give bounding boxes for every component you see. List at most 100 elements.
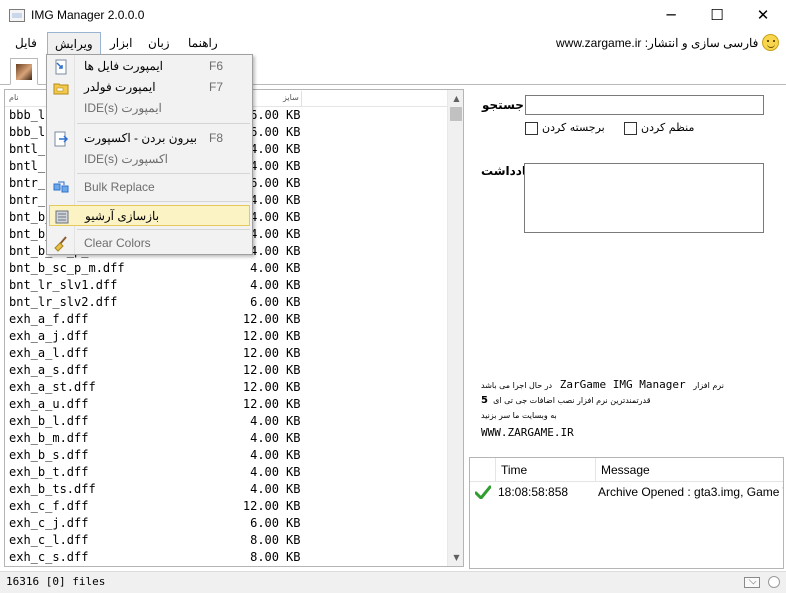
table-row[interactable]: exh_a_l.dff 12.00 KB — [5, 345, 447, 362]
note-textarea[interactable] — [524, 163, 764, 233]
log-row[interactable]: 18:08:58:858 Archive Opened : gta3.img, … — [470, 482, 783, 502]
highlight-checkbox[interactable] — [525, 122, 538, 135]
table-row[interactable]: exh_b_t.dff 4.00 KB — [5, 464, 447, 481]
file-size: 12.00 — [242, 499, 279, 513]
import-files-icon — [55, 59, 67, 75]
app-icon — [9, 9, 25, 22]
import-folder-icon — [53, 83, 69, 95]
archive-tab[interactable] — [10, 58, 38, 85]
file-name: exh_a_j.dff — [9, 329, 89, 343]
file-name: exh_c_j.dff — [9, 516, 89, 530]
file-size-unit: KB — [286, 397, 301, 411]
table-row[interactable]: exh_c_s.dff 8.00 KB — [5, 549, 447, 566]
close-button[interactable]: ✕ — [740, 0, 786, 31]
scroll-down-arrow-icon[interactable]: ▼ — [448, 549, 463, 566]
file-size: 4.00 — [250, 261, 279, 275]
table-row[interactable]: bnt_b_sc_p_m.dff 4.00 KB — [5, 260, 447, 277]
table-row[interactable]: exh_b_s.dff 4.00 KB — [5, 447, 447, 464]
file-size-unit: KB — [286, 193, 301, 207]
publisher-link[interactable]: www.zargame.ir :فارسی سازی و انتشار — [556, 36, 758, 50]
log-time: 18:08:58:858 — [498, 485, 569, 499]
mail-icon[interactable] — [744, 577, 760, 588]
info-line-tagline: 5 قدرتمندترین نرم افزار نصب اضافات جی تی… — [481, 395, 651, 406]
file-name: exh_b_ts.dff — [9, 482, 96, 496]
table-row[interactable]: exh_c_l.dff 8.00 KB — [5, 532, 447, 549]
menu-item-shortcut: F6 — [209, 59, 224, 73]
scroll-up-arrow-icon[interactable]: ▲ — [448, 90, 463, 107]
file-name: exh_c_s.dff — [9, 550, 89, 564]
menu-item-label: ایمپورت فولدر — [84, 80, 156, 94]
file-name: exh_b_l.dff — [9, 414, 89, 428]
column-separator[interactable] — [301, 91, 302, 106]
log-message-header[interactable]: Message — [601, 463, 650, 477]
file-size-unit: KB — [286, 482, 301, 496]
file-size: 12.00 — [242, 329, 279, 343]
edit-menu-dropdown: ایمپورت فایل ها F6 ایمپورت فولدر F7 IDE(… — [46, 54, 253, 255]
menu-edit[interactable]: ویرایش — [47, 32, 101, 55]
file-name: exh_a_f.dff — [9, 312, 89, 326]
info-website[interactable]: WWW.ZARGAME.IR — [481, 426, 574, 439]
file-list-scrollbar[interactable]: ▲ ▼ — [447, 90, 463, 566]
arrange-checkbox[interactable] — [624, 122, 637, 135]
table-row[interactable]: bnt_lr_slv1.dff 4.00 KB — [5, 277, 447, 294]
table-row[interactable]: exh_c_f.dff 12.00 KB — [5, 498, 447, 515]
table-row[interactable]: bnt_lr_slv2.dff 6.00 KB — [5, 294, 447, 311]
file-size: 4.00 — [250, 431, 279, 445]
menu-separator — [77, 201, 250, 202]
table-row[interactable]: exh_b_l.dff 4.00 KB — [5, 413, 447, 430]
file-size-unit: KB — [286, 244, 301, 258]
file-size-unit: KB — [286, 516, 301, 530]
file-size-unit: KB — [286, 448, 301, 462]
menu-import-folder[interactable]: ایمپورت فولدر F7 — [49, 77, 250, 98]
log-panel[interactable]: Time Message 18:08:58:858 Archive Opened… — [469, 457, 784, 569]
table-row[interactable]: exh_b_m.dff 4.00 KB — [5, 430, 447, 447]
search-input[interactable] — [525, 95, 764, 115]
file-size-unit: KB — [286, 278, 301, 292]
menu-clear-colors[interactable]: Clear Colors — [49, 233, 250, 254]
file-name: bnt_lr_slv1.dff — [9, 278, 118, 292]
smiley-icon[interactable] — [762, 34, 779, 51]
menu-language[interactable]: زبان — [148, 36, 170, 50]
file-size-unit: KB — [286, 108, 301, 122]
search-label: جستجو — [482, 98, 524, 112]
file-size: 8.00 — [250, 550, 279, 564]
menu-separator — [77, 123, 250, 124]
table-row[interactable]: exh_c_j.dff 6.00 KB — [5, 515, 447, 532]
file-size-unit: KB — [286, 465, 301, 479]
menu-bar: فایل ویرایش ابزار زبان راهنما www.zargam… — [0, 31, 786, 55]
table-row[interactable]: exh_a_f.dff 12.00 KB — [5, 311, 447, 328]
file-size-unit: KB — [286, 346, 301, 360]
column-name-header[interactable]: نام — [9, 93, 19, 102]
menu-export[interactable]: بیرون بردن - اکسپورت F8 — [49, 128, 250, 149]
table-row[interactable]: exh_b_ts.dff 4.00 KB — [5, 481, 447, 498]
rebuild-archive-icon — [55, 210, 69, 224]
status-indicator-icon[interactable] — [768, 576, 780, 588]
menu-item-label: IDE(s) ایمپورت — [84, 101, 162, 115]
file-size-unit: KB — [286, 125, 301, 139]
column-size-header[interactable]: سایز — [283, 93, 299, 102]
menu-separator — [77, 173, 250, 174]
maximize-button[interactable]: ☐ — [694, 0, 740, 31]
file-size-unit: KB — [286, 159, 301, 173]
highlight-checkbox-label: برجسته کردن — [542, 121, 605, 134]
menu-export-ide[interactable]: IDE(s) اکسپورت — [49, 149, 250, 170]
scroll-thumb[interactable] — [450, 107, 462, 121]
file-size: 12.00 — [242, 363, 279, 377]
menu-tools[interactable]: ابزار — [110, 36, 132, 50]
log-time-header[interactable]: Time — [501, 463, 527, 477]
table-row[interactable]: exh_a_u.dff 12.00 KB — [5, 396, 447, 413]
menu-help[interactable]: راهنما — [188, 36, 218, 50]
bulk-replace-icon — [53, 181, 69, 193]
table-row[interactable]: exh_a_st.dff 12.00 KB — [5, 379, 447, 396]
menu-import-files[interactable]: ایمپورت فایل ها F6 — [49, 56, 250, 77]
log-column-separator[interactable] — [495, 458, 496, 482]
menu-bulk-replace[interactable]: Bulk Replace — [49, 177, 250, 198]
minimize-button[interactable]: ─ — [648, 0, 694, 31]
table-row[interactable]: exh_a_s.dff 12.00 KB — [5, 362, 447, 379]
menu-import-ide[interactable]: IDE(s) ایمپورت — [49, 98, 250, 119]
log-column-separator[interactable] — [595, 458, 596, 482]
menu-separator — [77, 229, 250, 230]
menu-file[interactable]: فایل — [15, 36, 37, 50]
table-row[interactable]: exh_a_j.dff 12.00 KB — [5, 328, 447, 345]
menu-rebuild-archive[interactable]: بازسازی آرشیو — [49, 205, 250, 226]
